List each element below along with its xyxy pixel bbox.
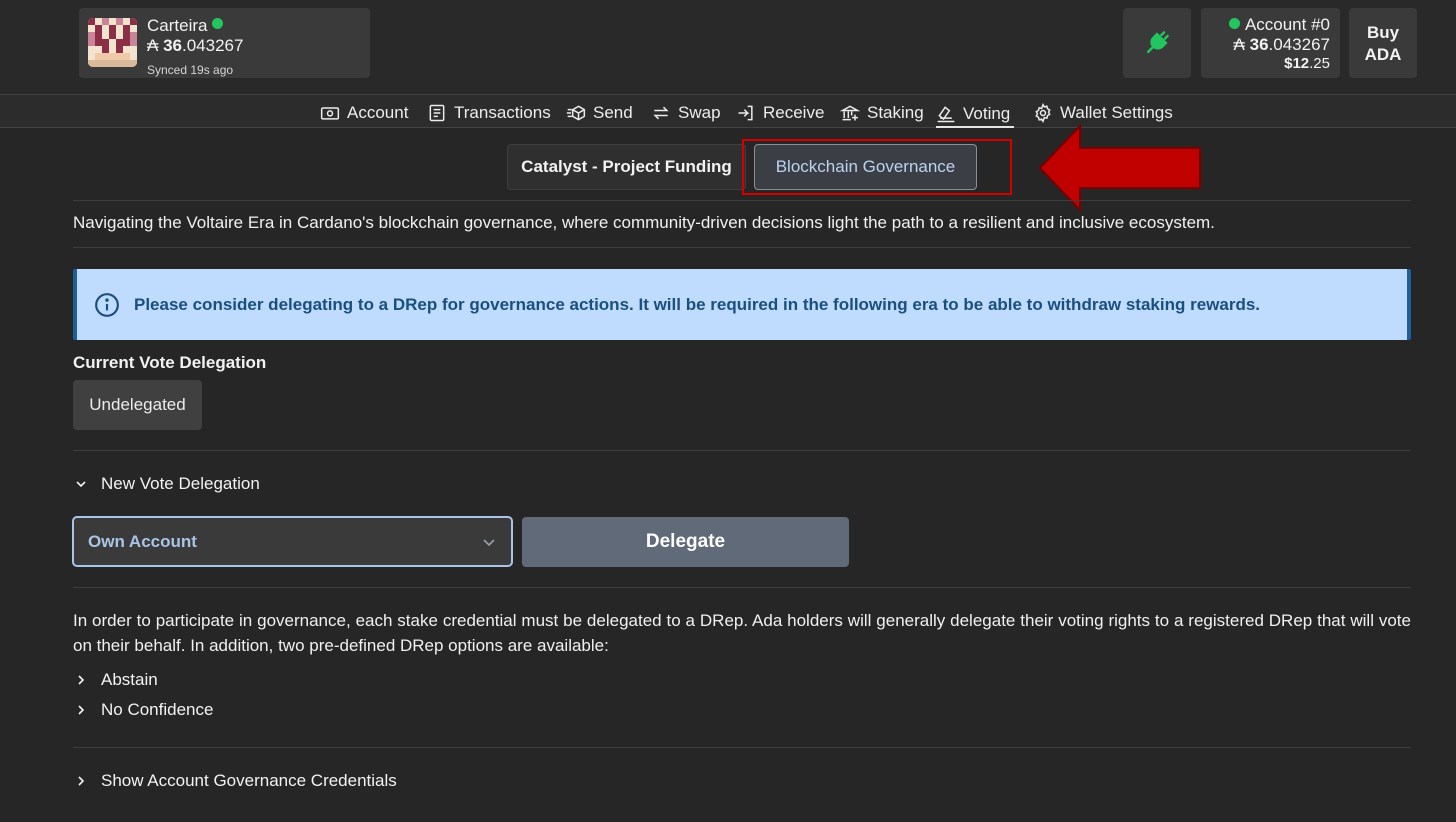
nav-label: Transactions	[454, 103, 551, 122]
nav-voting[interactable]: Voting	[936, 101, 1015, 128]
option-no-confidence-label: No Confidence	[101, 700, 214, 719]
nav-label: Swap	[678, 103, 721, 122]
gear-icon	[1035, 103, 1051, 123]
wallet-name: Carteira	[147, 16, 224, 36]
divider	[73, 747, 1411, 748]
divider	[73, 450, 1411, 451]
delegate-button[interactable]: Delegate	[522, 517, 849, 567]
account-card[interactable]: Account #0 ₳ 36.043267 $12.25	[1201, 8, 1340, 78]
nav-send[interactable]: Send	[566, 101, 633, 125]
nav-label: Staking	[867, 103, 924, 122]
buy-label-ada: ADA	[1364, 45, 1402, 64]
buy-ada-button[interactable]: Buy ADA	[1349, 8, 1417, 78]
info-banner: Please consider delegating to a DRep for…	[73, 269, 1411, 340]
tab-catalyst[interactable]: Catalyst - Project Funding	[507, 144, 746, 190]
current-delegation-label: Current Vote Delegation	[73, 353, 267, 372]
main-nav: Account Transactions Send Swap Receive S…	[0, 94, 1456, 128]
nav-account[interactable]: Account	[320, 101, 408, 125]
divider	[73, 247, 1411, 248]
nav-swap[interactable]: Swap	[651, 101, 721, 125]
ballot-icon	[937, 105, 955, 122]
current-delegation-value: Undelegated	[73, 380, 202, 430]
select-value: Own Account	[88, 531, 197, 551]
chevron-right-icon	[78, 776, 85, 786]
chevron-right-icon	[78, 675, 85, 685]
app-header: Carteira ₳ 36.043267 Synced 19s ago Acco…	[0, 0, 1456, 94]
dapp-connector-button[interactable]	[1123, 8, 1191, 78]
nav-label: Receive	[763, 103, 825, 122]
nav-label: Account	[347, 103, 409, 122]
chevron-down-icon	[76, 481, 86, 488]
receive-icon	[738, 105, 753, 121]
bank-icon	[840, 105, 860, 121]
buy-label: Buy	[1366, 23, 1400, 42]
account-status-dot	[1228, 18, 1240, 29]
wallet-balance: ₳ 36.043267	[147, 36, 244, 55]
new-delegation-label: New Vote Delegation	[101, 474, 260, 493]
wallet-status-dot	[212, 18, 224, 29]
plug-icon	[1146, 31, 1169, 54]
drep-explanation: In order to participate in governance, e…	[73, 611, 1411, 655]
divider	[73, 200, 1411, 201]
show-credentials-toggle[interactable]: Show Account Governance Credentials	[75, 771, 397, 791]
highlight-annotation-box	[742, 139, 1012, 195]
new-delegation-toggle[interactable]: New Vote Delegation	[75, 474, 260, 494]
nav-label: Voting	[963, 103, 1011, 123]
nav-receive[interactable]: Receive	[736, 101, 824, 125]
document-list-icon	[429, 104, 445, 122]
cash-icon	[320, 107, 340, 120]
info-banner-text: Please consider delegating to a DRep for…	[134, 294, 1261, 314]
option-abstain-toggle[interactable]: Abstain	[75, 670, 158, 690]
account-balance: ₳ 36.043267	[1233, 35, 1330, 54]
account-usd-value: $12.25	[1284, 55, 1330, 72]
info-icon	[95, 292, 119, 317]
show-credentials-label: Show Account Governance Credentials	[101, 771, 397, 790]
wallet-avatar	[88, 18, 137, 67]
delegation-target-select[interactable]: Own Account	[72, 516, 513, 567]
divider	[73, 587, 1411, 588]
governance-intro: Navigating the Voltaire Era in Cardano's…	[73, 213, 1215, 232]
option-no-confidence-toggle[interactable]: No Confidence	[75, 700, 213, 720]
send-cube-icon	[566, 105, 586, 121]
nav-staking[interactable]: Staking	[840, 101, 924, 125]
wallet-card[interactable]: Carteira ₳ 36.043267 Synced 19s ago	[79, 8, 370, 78]
nav-label: Send	[593, 103, 633, 122]
nav-transactions[interactable]: Transactions	[427, 101, 551, 125]
account-name: Account #0	[1228, 15, 1330, 35]
chevron-down-icon	[483, 539, 495, 547]
nav-label: Wallet Settings	[1060, 103, 1173, 122]
swap-arrows-icon	[653, 106, 669, 120]
option-abstain-label: Abstain	[101, 670, 158, 689]
chevron-right-icon	[78, 705, 85, 715]
sync-status: Synced 19s ago	[147, 63, 234, 77]
